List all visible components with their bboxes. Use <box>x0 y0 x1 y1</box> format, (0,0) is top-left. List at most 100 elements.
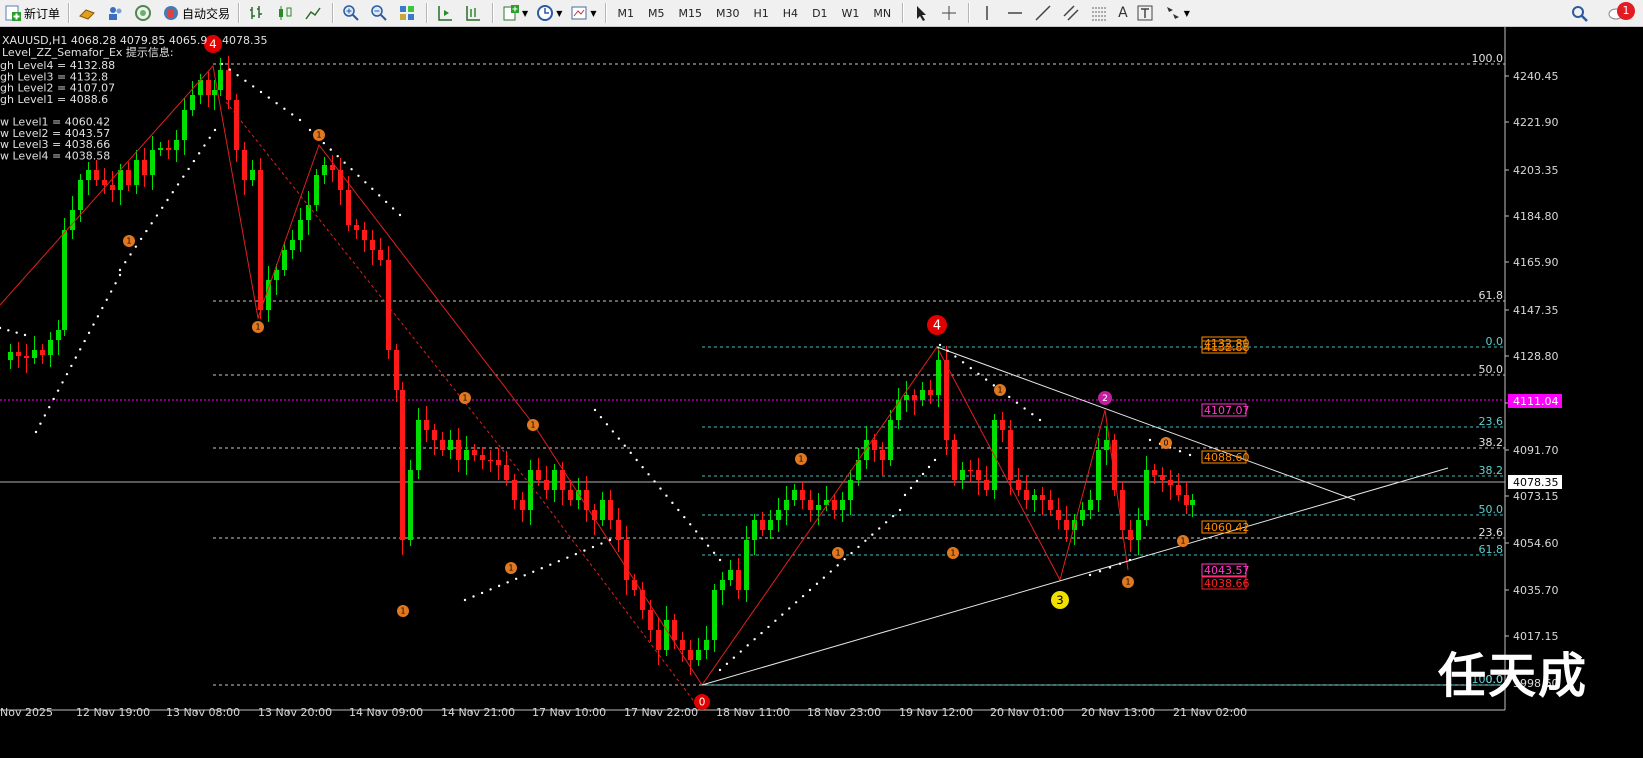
messages-button[interactable]: 1 <box>1605 2 1635 25</box>
timeframe-m15[interactable]: M15 <box>673 2 709 25</box>
sar-dot <box>7 329 10 332</box>
indicators-button[interactable]: ▼ <box>499 2 531 25</box>
timeframe-m30[interactable]: M30 <box>710 2 746 25</box>
sar-dot <box>244 79 247 82</box>
timeframe-mn[interactable]: MN <box>867 2 897 25</box>
candle-body <box>298 220 303 240</box>
auto-trading-button[interactable]: 自动交易 <box>159 2 233 25</box>
price-tick-label: 4054.60 <box>1513 537 1559 550</box>
chevron-down-icon: ▼ <box>522 8 529 18</box>
search-button[interactable] <box>1568 2 1594 25</box>
sar-dot <box>850 551 853 555</box>
time-axis-label: 19 Nov 12:00 <box>899 706 973 719</box>
sar-dot <box>605 423 609 426</box>
candle-body <box>872 440 877 450</box>
text-label-button[interactable] <box>1133 2 1159 25</box>
semafor-label: 3 <box>1056 593 1063 607</box>
candle-body <box>1152 470 1157 475</box>
sar-dot <box>109 290 113 293</box>
data-window-button[interactable] <box>103 2 129 25</box>
candle-body <box>86 170 91 180</box>
candle-body <box>1064 520 1069 530</box>
candle-body <box>672 620 677 640</box>
sar-dot <box>1031 413 1034 416</box>
candle-body <box>968 470 973 471</box>
sar-dot <box>1128 558 1132 562</box>
sar-dot <box>161 206 164 209</box>
timeframe-m5[interactable]: M5 <box>642 2 671 25</box>
candle-body <box>56 330 61 340</box>
line-chart-icon <box>304 4 322 22</box>
toolbar-right: 1 <box>1567 0 1643 27</box>
candle-body <box>182 110 187 140</box>
bar-chart-button[interactable] <box>245 2 271 25</box>
candle-body <box>816 505 821 510</box>
candle-body <box>440 440 445 450</box>
candle-body <box>912 395 917 400</box>
candlestick-button[interactable] <box>273 2 299 25</box>
timeframe-m1[interactable]: M1 <box>612 2 641 25</box>
price-tick-label: 4240.45 <box>1513 70 1559 83</box>
candle-body <box>808 500 813 510</box>
zoom-in-button[interactable] <box>339 2 365 25</box>
candle-body <box>904 395 909 400</box>
time-axis-label: 14 Nov 09:00 <box>349 706 423 719</box>
magenta-price-label: 4111.04 <box>1513 395 1559 408</box>
sar-dot <box>781 613 784 616</box>
timeframe-d1[interactable]: D1 <box>806 2 833 25</box>
candle-body <box>512 480 517 500</box>
globe-icon <box>134 4 152 22</box>
chart-shift-button[interactable] <box>433 2 459 25</box>
candle-body <box>616 520 621 540</box>
sar-dot <box>497 584 501 588</box>
candle-body <box>1048 500 1053 510</box>
sar-dot <box>252 85 255 88</box>
candle-body <box>1176 485 1181 495</box>
new-order-button[interactable]: 新订单 <box>1 2 63 25</box>
navigator-button[interactable] <box>131 2 157 25</box>
timeframe-w1[interactable]: W1 <box>836 2 866 25</box>
sar-dot <box>463 598 467 602</box>
channel-button[interactable] <box>1059 2 1085 25</box>
candle-body <box>1120 490 1125 530</box>
candle-body <box>984 480 989 490</box>
sar-dot <box>74 356 77 359</box>
cursor-arrow-icon <box>912 4 930 22</box>
sar-dot <box>653 480 656 483</box>
separator <box>492 3 495 23</box>
vertical-line-button[interactable] <box>975 2 1001 25</box>
candle-body <box>648 610 653 630</box>
watermark-text: 任天成 <box>1437 648 1588 704</box>
market-watch-button[interactable] <box>75 2 101 25</box>
new-order-icon <box>4 4 22 22</box>
trendline-button[interactable] <box>1031 2 1057 25</box>
candle-body <box>32 350 37 358</box>
sar-dot <box>712 551 716 555</box>
arrows-button[interactable]: ▼ <box>1161 2 1193 25</box>
timeframe-h1[interactable]: H1 <box>748 2 775 25</box>
sar-dot <box>725 662 729 666</box>
semafor-label: 1 <box>1126 578 1131 587</box>
horizontal-line-button[interactable] <box>1003 2 1029 25</box>
candle-body <box>424 420 429 430</box>
crosshair-button[interactable] <box>937 2 963 25</box>
fib-level-label-teal: 0.0 <box>1486 335 1504 348</box>
price-chart[interactable]: 4240.45 4221.90 4203.35 4184.80 4165.90 4147.… <box>0 27 1643 758</box>
candle-body <box>322 165 327 175</box>
sar-dot <box>101 306 104 310</box>
line-chart-button[interactable] <box>301 2 327 25</box>
candle-body <box>960 470 965 480</box>
notification-badge: 1 <box>1617 2 1635 20</box>
zoom-out-button[interactable] <box>367 2 393 25</box>
cursor-button[interactable] <box>909 2 935 25</box>
tile-windows-button[interactable] <box>395 2 421 25</box>
fibonacci-button[interactable] <box>1087 2 1113 25</box>
timeframe-h4[interactable]: H4 <box>777 2 804 25</box>
sar-dot <box>48 406 51 409</box>
sar-dot <box>1088 573 1092 577</box>
chevron-down-icon: ▼ <box>590 8 597 18</box>
autoscroll-button[interactable] <box>461 2 487 25</box>
templates-button[interactable]: ▼ <box>567 2 599 25</box>
text-button[interactable]: A <box>1115 2 1131 25</box>
periods-button[interactable]: ▼ <box>533 2 565 25</box>
